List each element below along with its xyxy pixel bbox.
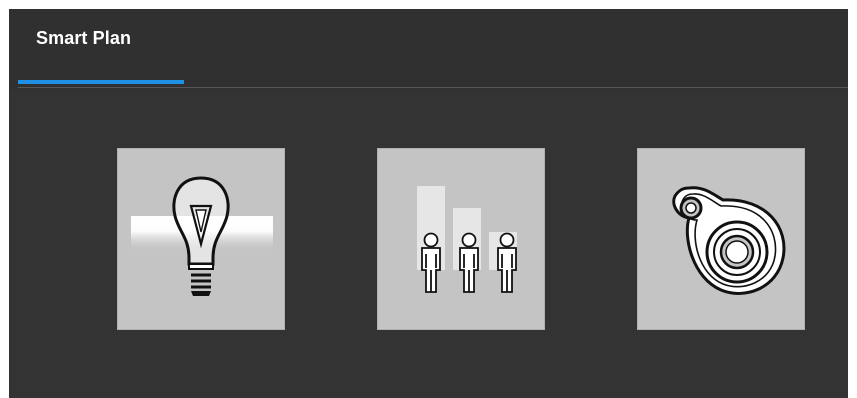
target-tile[interactable]: [637, 148, 805, 330]
tab-label: Smart Plan: [36, 28, 132, 48]
target-tag-icon: [672, 186, 786, 295]
active-tab-indicator: [18, 80, 184, 84]
smart-plan-panel: Smart Plan: [9, 9, 848, 398]
team-growth-tile[interactable]: [377, 148, 545, 330]
lightbulb-tile[interactable]: [117, 148, 285, 330]
header-divider: [18, 87, 848, 88]
lightbulb-icon: [131, 176, 273, 296]
tab-smart-plan[interactable]: Smart Plan: [18, 9, 184, 87]
header-bar: Smart Plan: [9, 9, 848, 89]
people-growth-chart-icon: [417, 186, 517, 293]
